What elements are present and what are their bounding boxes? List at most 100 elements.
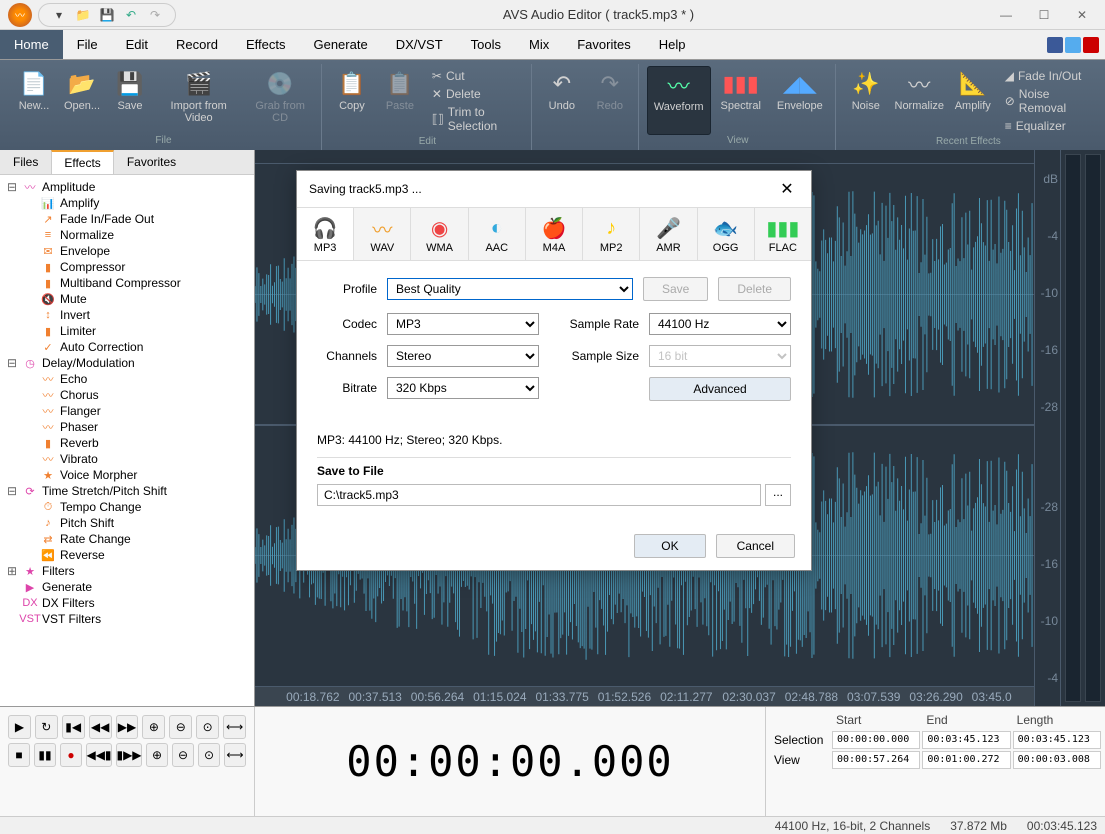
- tree-item[interactable]: ⇄Rate Change: [2, 531, 252, 547]
- view-length[interactable]: 00:00:03.008: [1013, 751, 1101, 769]
- profile-select[interactable]: Best Quality: [387, 278, 633, 300]
- tree-item[interactable]: ↗Fade In/Fade Out: [2, 211, 252, 227]
- rewind-button[interactable]: ◀◀: [89, 715, 112, 739]
- trim-button[interactable]: ⟦⟧Trim to Selection: [430, 104, 521, 134]
- youtube-icon[interactable]: [1083, 37, 1099, 53]
- qat-dropdown-icon[interactable]: ▾: [49, 6, 69, 24]
- side-tab-files[interactable]: Files: [0, 150, 51, 174]
- cut-button[interactable]: ✂Cut: [430, 68, 521, 84]
- channels-select[interactable]: Stereo: [387, 345, 539, 367]
- tree-item[interactable]: 〰Echo: [2, 371, 252, 387]
- maximize-button[interactable]: ☐: [1029, 5, 1059, 25]
- new-button[interactable]: 📄New...: [12, 66, 56, 135]
- cancel-button[interactable]: Cancel: [716, 534, 795, 558]
- view-start[interactable]: 00:00:57.264: [832, 751, 920, 769]
- format-wav[interactable]: 〰WAV: [354, 208, 411, 260]
- format-m4a[interactable]: 🍎M4A: [526, 208, 583, 260]
- noise-button[interactable]: ✨Noise: [844, 66, 888, 136]
- save-button[interactable]: 💾Save: [108, 66, 152, 135]
- equalizer-button[interactable]: ≡Equalizer: [1003, 118, 1089, 134]
- tree-item[interactable]: DXDX Filters: [2, 595, 252, 611]
- side-tab-favorites[interactable]: Favorites: [114, 150, 189, 174]
- tree-item[interactable]: ⏱Tempo Change: [2, 499, 252, 515]
- menu-dx/vst[interactable]: DX/VST: [382, 30, 457, 59]
- selection-start[interactable]: 00:00:00.000: [832, 731, 920, 749]
- dialog-close-button[interactable]: ✕: [775, 179, 799, 199]
- undo-button[interactable]: ↶Undo: [540, 66, 584, 146]
- tree-item[interactable]: ▮Compressor: [2, 259, 252, 275]
- zoom-in-v-button[interactable]: ⊕: [146, 743, 168, 767]
- side-tab-effects[interactable]: Effects: [51, 150, 113, 174]
- pause-button[interactable]: ▮▮: [34, 743, 56, 767]
- import-video-button[interactable]: 🎬Import from Video: [156, 66, 241, 135]
- format-wma[interactable]: ◉WMA: [411, 208, 468, 260]
- tree-item[interactable]: ↕Invert: [2, 307, 252, 323]
- close-button[interactable]: ✕: [1067, 5, 1097, 25]
- format-flac[interactable]: ▮▮▮FLAC: [755, 208, 811, 260]
- noise-removal-button[interactable]: ⊘Noise Removal: [1003, 86, 1089, 116]
- menu-edit[interactable]: Edit: [112, 30, 162, 59]
- codec-select[interactable]: MP3: [387, 313, 539, 335]
- menu-home[interactable]: Home: [0, 30, 63, 59]
- format-mp3[interactable]: 🎧MP3: [297, 208, 354, 260]
- skip-start-button[interactable]: ▮◀: [62, 715, 85, 739]
- menu-effects[interactable]: Effects: [232, 30, 300, 59]
- forward-button[interactable]: ▶▶: [116, 715, 139, 739]
- facebook-icon[interactable]: [1047, 37, 1063, 53]
- waveform-view-button[interactable]: 〰Waveform: [647, 66, 711, 135]
- format-mp2[interactable]: ♪MP2: [583, 208, 640, 260]
- zoom-fit-v-button[interactable]: ⊙: [198, 743, 220, 767]
- loop-button[interactable]: ↻: [35, 715, 58, 739]
- format-aac[interactable]: ◐AAC: [469, 208, 526, 260]
- save-path-input[interactable]: [317, 484, 761, 506]
- menu-help[interactable]: Help: [645, 30, 700, 59]
- next-marker-button[interactable]: ▮▶▶: [116, 743, 142, 767]
- play-button[interactable]: ▶: [8, 715, 31, 739]
- zoom-selection-v-button[interactable]: ⟷: [224, 743, 246, 767]
- advanced-button[interactable]: Advanced: [649, 377, 791, 401]
- menu-file[interactable]: File: [63, 30, 112, 59]
- fade-button[interactable]: ◢Fade In/Out: [1003, 68, 1089, 84]
- normalize-button[interactable]: 〰Normalize: [892, 66, 947, 136]
- menu-generate[interactable]: Generate: [299, 30, 381, 59]
- menu-mix[interactable]: Mix: [515, 30, 563, 59]
- minimize-button[interactable]: —: [991, 5, 1021, 25]
- redo-icon[interactable]: ↷: [145, 6, 165, 24]
- samplesize-select[interactable]: 16 bit: [649, 345, 791, 367]
- time-ruler[interactable]: 00:18.76200:37.51300:56.26401:15.02401:3…: [255, 686, 1034, 706]
- copy-button[interactable]: 📋Copy: [330, 66, 374, 136]
- folder-icon[interactable]: 📁: [73, 6, 93, 24]
- tree-item[interactable]: ▮Reverb: [2, 435, 252, 451]
- prev-marker-button[interactable]: ◀◀▮: [86, 743, 112, 767]
- tree-item[interactable]: ✓Auto Correction: [2, 339, 252, 355]
- tree-item[interactable]: ⏪Reverse: [2, 547, 252, 563]
- twitter-icon[interactable]: [1065, 37, 1081, 53]
- record-button[interactable]: ●: [60, 743, 82, 767]
- tree-item[interactable]: ≡Normalize: [2, 227, 252, 243]
- tree-item[interactable]: 📊Amplify: [2, 195, 252, 211]
- tree-item[interactable]: ✉Envelope: [2, 243, 252, 259]
- open-button[interactable]: 📂Open...: [60, 66, 104, 135]
- format-ogg[interactable]: 🐟OGG: [698, 208, 755, 260]
- save-icon[interactable]: 💾: [97, 6, 117, 24]
- tree-item[interactable]: ▮Multiband Compressor: [2, 275, 252, 291]
- format-amr[interactable]: 🎤AMR: [640, 208, 697, 260]
- menu-record[interactable]: Record: [162, 30, 232, 59]
- tree-item[interactable]: 〰Chorus: [2, 387, 252, 403]
- zoom-fit-button[interactable]: ⊙: [196, 715, 219, 739]
- samplerate-select[interactable]: 44100 Hz: [649, 313, 791, 335]
- zoom-out-v-button[interactable]: ⊖: [172, 743, 194, 767]
- zoom-in-button[interactable]: ⊕: [142, 715, 165, 739]
- selection-end[interactable]: 00:03:45.123: [922, 731, 1010, 749]
- save-profile-button[interactable]: Save: [643, 277, 708, 301]
- tree-item[interactable]: ★Voice Morpher: [2, 467, 252, 483]
- undo-icon[interactable]: ↶: [121, 6, 141, 24]
- stop-button[interactable]: ■: [8, 743, 30, 767]
- amplify-button[interactable]: 📐Amplify: [951, 66, 995, 136]
- zoom-selection-button[interactable]: ⟷: [223, 715, 246, 739]
- tree-item[interactable]: ⊟⟳Time Stretch/Pitch Shift: [2, 483, 252, 499]
- menu-tools[interactable]: Tools: [457, 30, 515, 59]
- tree-item[interactable]: ⊟〰Amplitude: [2, 179, 252, 195]
- tree-item[interactable]: ▶Generate: [2, 579, 252, 595]
- view-end[interactable]: 00:01:00.272: [922, 751, 1010, 769]
